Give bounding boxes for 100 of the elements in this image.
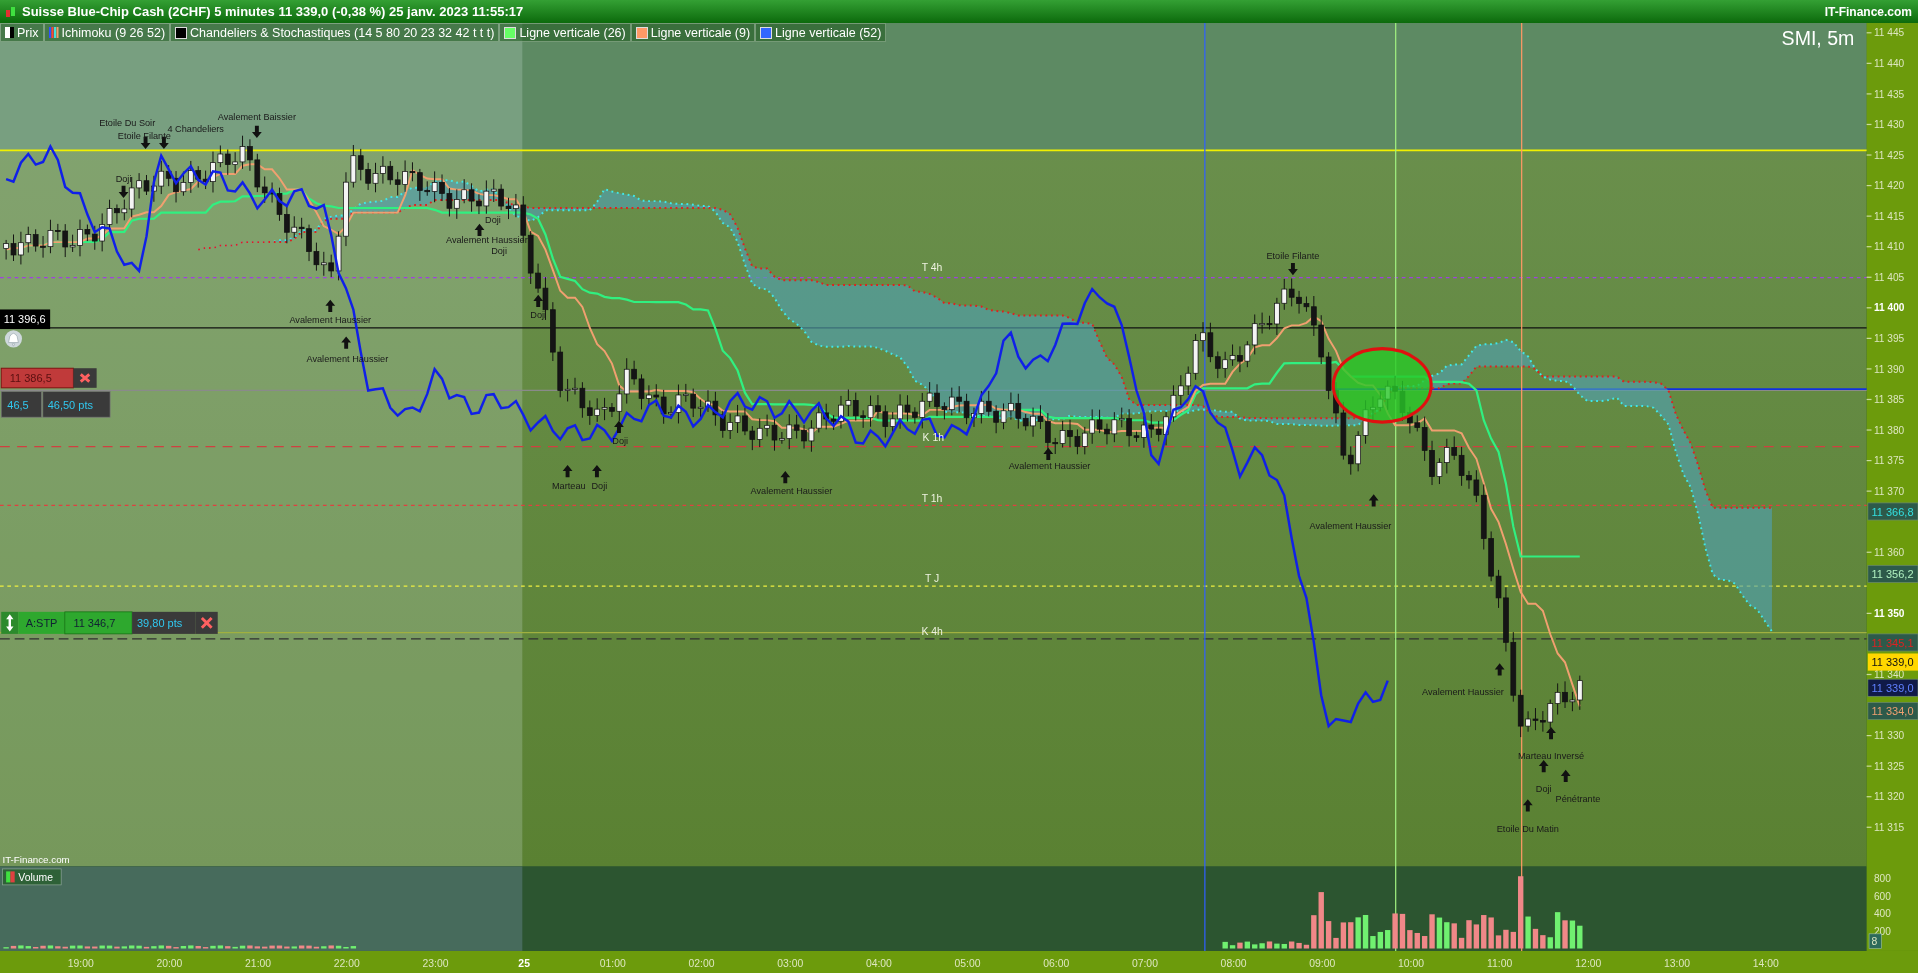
pattern-label: Doji <box>485 214 501 225</box>
price-marker-label: 11 356,2 <box>1871 568 1914 581</box>
up-arrow-icon <box>1538 760 1549 773</box>
price-tick-label: 11 410 <box>1873 241 1905 253</box>
price-tick-label: 11 385 <box>1873 394 1905 406</box>
price-tick-label: 11 435 <box>1873 88 1905 100</box>
distance-label: 46,5 <box>0 391 42 418</box>
price-tick-label: 11 430 <box>1873 119 1905 131</box>
pattern-label: Avalement Baissier <box>217 111 296 122</box>
down-arrow-icon <box>118 185 129 199</box>
volume-tick-label: 600 <box>1873 890 1891 902</box>
time-tick-label: 14:00 <box>1752 957 1779 969</box>
drag-handle-icon[interactable] <box>1 611 19 634</box>
price-tick-label: 11 405 <box>1873 271 1905 283</box>
time-tick-label: 11:00 <box>1487 957 1513 969</box>
pattern-label: Doji <box>491 246 507 257</box>
time-tick-label: 09:00 <box>1309 957 1336 969</box>
down-arrow-icon <box>252 125 262 139</box>
level-label: T 4h <box>921 261 943 273</box>
price-marker-label: 11 339,0 <box>1871 656 1914 669</box>
time-tick-label: 02:00 <box>688 957 715 969</box>
legend-label: Chandeliers & Stochastiques (14 5 80 20 23 32 42 t t t) <box>190 25 495 40</box>
up-arrow-icon <box>474 223 485 236</box>
brand-label: IT-Finance.com <box>1824 4 1912 19</box>
price-tick-label: 11 350 <box>1873 608 1905 620</box>
pattern-label: Doji <box>530 310 547 320</box>
level-label: T J <box>924 572 940 584</box>
up-arrow-icon <box>1546 726 1556 740</box>
price-tick-label: 11 315 <box>1873 821 1905 833</box>
legend-item[interactable]: Ligne verticale (26) <box>499 23 631 42</box>
up-arrow-icon <box>592 464 602 478</box>
time-tick-label: 23:00 <box>422 957 449 969</box>
bell-icon[interactable] <box>4 330 22 348</box>
legend-item[interactable]: Ichimoku (9 26 52) <box>43 23 171 42</box>
pattern-label: Doji <box>115 174 132 185</box>
time-tick-label: 21:00 <box>245 957 272 969</box>
volume-legend[interactable]: Volume <box>2 868 62 886</box>
price-marker-label: 11 339,0 <box>1871 682 1914 695</box>
up-arrow-icon <box>780 471 791 484</box>
up-arrow-icon <box>1560 769 1571 782</box>
time-tick-label: 10:00 <box>1398 957 1424 969</box>
multicolor-bars-icon <box>48 27 59 38</box>
price-marker-label: 11 334,0 <box>1871 705 1914 718</box>
order-price-label: 11 386,5 <box>0 367 74 389</box>
level-label: K 4h <box>921 626 943 638</box>
legend-item[interactable]: Chandeliers & Stochastiques (14 5 80 20 23 32 42 t t t) <box>170 23 500 42</box>
candles-icon <box>6 5 16 18</box>
stop-price-label: 11 346,7 <box>64 611 133 635</box>
source-label: IT-Finance.com <box>2 853 70 865</box>
price-tick-label: 11 360 <box>1873 546 1905 558</box>
price-marker-label: 11 366,8 <box>1871 505 1914 518</box>
price-tick-label: 11 375 <box>1873 455 1905 467</box>
price-tick-label: 11 395 <box>1873 333 1905 345</box>
price-tick-label: 11 380 <box>1873 424 1905 436</box>
distance-points-label: 46,50 pts <box>42 391 111 418</box>
price-marker-label: 11 345,1 <box>1871 636 1914 649</box>
legend-label: Ichimoku (9 26 52) <box>61 25 166 40</box>
time-tick-label: 01:00 <box>599 957 626 969</box>
pattern-label: 4 Chandeliers <box>167 123 224 134</box>
up-arrow-icon <box>533 294 544 307</box>
price-series-icon <box>5 27 14 38</box>
pattern-label: Avalement Haussier <box>1309 520 1392 531</box>
up-arrow-icon <box>1043 447 1054 461</box>
window-title: Suisse Blue-Chip Cash (2CHF) 5 minutes 11 339,0 (-0,38 %) 25 janv. 2023 11:55:17 <box>22 4 524 19</box>
up-arrow-icon <box>614 420 624 434</box>
volume-tick-label: 400 <box>1873 908 1891 920</box>
price-tick-label: 11 320 <box>1873 791 1905 803</box>
legend-item[interactable]: Prix <box>0 23 44 42</box>
up-arrow-icon <box>562 464 573 478</box>
legend-label: Ligne verticale (26) <box>519 25 626 40</box>
time-tick-label: 25 <box>518 957 530 969</box>
time-tick-label: 08:00 <box>1220 957 1247 969</box>
time-tick-label: 03:00 <box>777 957 804 969</box>
pattern-label: Marteau <box>552 481 586 492</box>
legend-label: Ligne verticale (9) <box>650 25 751 40</box>
price-tick-label: 11 445 <box>1873 27 1905 39</box>
pattern-label: Etoile Du Soir <box>99 117 156 128</box>
up-arrow-icon <box>325 299 336 312</box>
pattern-label: Etoile Filante <box>1266 251 1320 262</box>
legend-item[interactable]: Ligne verticale (9) <box>630 23 756 42</box>
price-tick-label: 11 425 <box>1873 149 1905 161</box>
price-tick-label: 11 440 <box>1873 58 1905 69</box>
legend-item[interactable]: Ligne verticale (52) <box>755 23 887 42</box>
volume-tick-label: 800 <box>1873 873 1891 885</box>
price-tick-label: 11 325 <box>1873 760 1905 772</box>
legend-label: Prix <box>17 25 39 40</box>
pattern-label: Doji <box>1535 783 1552 794</box>
stop-distance-label: 39,80 pts <box>132 611 196 634</box>
time-tick-label: 05:00 <box>954 957 981 969</box>
down-arrow-icon <box>1288 262 1298 276</box>
up-arrow-icon <box>341 336 352 349</box>
price-tick-label: 11 390 <box>1873 363 1905 375</box>
close-button[interactable] <box>73 368 97 388</box>
up-arrow-icon <box>1494 663 1505 676</box>
price-tick-label: 11 330 <box>1873 730 1905 742</box>
pattern-label: Avalement Haussier <box>445 235 528 246</box>
time-tick-label: 07:00 <box>1131 957 1158 969</box>
time-tick-label: 06:00 <box>1043 957 1070 969</box>
time-tick-label: 22:00 <box>333 957 360 969</box>
time-tick-label: 04:00 <box>865 957 892 969</box>
